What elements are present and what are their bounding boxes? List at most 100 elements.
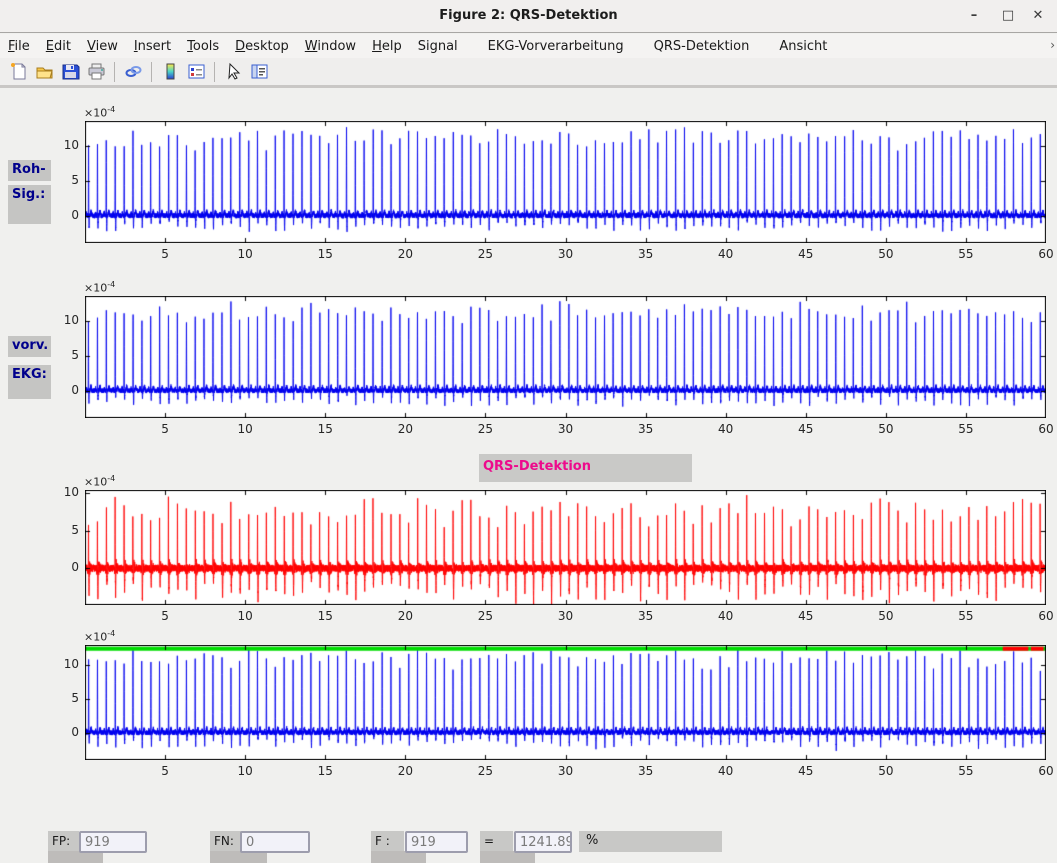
fn-label: FN:: [210, 831, 241, 851]
x-tick-label: 50: [869, 764, 903, 778]
new-document-icon[interactable]: [6, 60, 30, 84]
property-inspector-icon[interactable]: [247, 60, 271, 84]
y-tick-label: 0: [53, 725, 79, 739]
close-button[interactable]: ✕: [1027, 6, 1049, 26]
plot-detektionsergebnis-canvas[interactable]: [85, 645, 1046, 760]
qrs-detektion-title: QRS-Detektion: [483, 459, 591, 474]
x-tick-label: 35: [629, 609, 663, 623]
x-tick-label: 35: [629, 247, 663, 261]
x-tick-label: 55: [949, 764, 983, 778]
x-tick-label: 5: [148, 247, 182, 261]
minimize-button[interactable]: –: [963, 6, 985, 26]
menu-item-view[interactable]: View: [87, 39, 118, 54]
link-plots-icon[interactable]: [121, 60, 145, 84]
menu-item-ekg-vorverarbeitung[interactable]: EKG-Vorverarbeitung: [488, 39, 624, 54]
x-tick-label: 40: [709, 764, 743, 778]
x-tick-label: 5: [148, 764, 182, 778]
x-tick-label: 45: [789, 422, 823, 436]
y-axis-exponent-label: ×10-4: [84, 280, 115, 295]
open-folder-icon[interactable]: [32, 60, 56, 84]
label-vorv-text: vorv.: [12, 338, 48, 353]
plot-vorverarbeitetes-ekg-canvas[interactable]: [85, 296, 1046, 418]
menu-item-window[interactable]: Window: [305, 39, 356, 54]
plot-roh-signal-canvas[interactable]: [85, 121, 1046, 243]
plot-qrs-detektion-canvas[interactable]: [85, 490, 1046, 605]
x-tick-label: 5: [148, 422, 182, 436]
toolbar-separator: [214, 62, 215, 82]
fp-input[interactable]: [79, 831, 147, 853]
x-tick-label: 45: [789, 247, 823, 261]
x-tick-label: 30: [549, 764, 583, 778]
x-tick-label: 35: [629, 422, 663, 436]
label-roh-text: Roh-: [12, 162, 46, 177]
x-tick-label: 15: [308, 609, 342, 623]
menu-item-ansicht[interactable]: Ansicht: [779, 39, 827, 54]
y-tick-label: 0: [53, 383, 79, 397]
menu-item-file[interactable]: File: [8, 39, 30, 54]
toolbar-separator: [151, 62, 152, 82]
x-tick-label: 40: [709, 247, 743, 261]
plot-detektionsergebnis: [85, 645, 1046, 760]
x-tick-label: 25: [468, 764, 502, 778]
equals-label: =: [480, 831, 513, 851]
menu-overflow-icon[interactable]: ›: [1050, 38, 1055, 52]
toolbar: [0, 58, 1057, 88]
x-tick-label: 25: [468, 609, 502, 623]
label-vorv: vorv.: [8, 336, 51, 357]
y-tick-label: 5: [53, 523, 79, 537]
ratio-input[interactable]: [514, 831, 572, 853]
x-tick-label: 10: [228, 764, 262, 778]
fp-label: FP:: [48, 831, 79, 851]
x-tick-label: 20: [388, 422, 422, 436]
x-tick-label: 15: [308, 764, 342, 778]
save-icon[interactable]: [58, 60, 82, 84]
x-tick-label: 20: [388, 764, 422, 778]
maximize-button[interactable]: □: [997, 6, 1019, 26]
y-tick-label: 10: [53, 485, 79, 499]
y-tick-label: 5: [53, 348, 79, 362]
window-title: Figure 2: QRS-Detektion: [0, 8, 1057, 23]
print-icon[interactable]: [84, 60, 108, 84]
menu-item-qrs-detektion[interactable]: QRS-Detektion: [654, 39, 750, 54]
x-tick-label: 55: [949, 609, 983, 623]
x-tick-label: 30: [549, 247, 583, 261]
x-tick-label: 50: [869, 422, 903, 436]
menu-item-desktop[interactable]: Desktop: [235, 39, 289, 54]
y-axis-exponent-label: ×10-4: [84, 629, 115, 644]
label-ekg-text: EKG:: [12, 367, 47, 382]
x-tick-label: 25: [468, 422, 502, 436]
x-tick-label: 30: [549, 609, 583, 623]
f-label: F :: [371, 831, 404, 851]
plot-roh-signal: [85, 121, 1046, 243]
qrs-detektion-title-box: QRS-Detektion: [479, 454, 692, 482]
x-tick-label: 60: [1029, 247, 1057, 261]
plot-qrs-detektion: [85, 490, 1046, 605]
x-tick-label: 10: [228, 609, 262, 623]
f-input[interactable]: [405, 831, 468, 853]
x-tick-label: 10: [228, 422, 262, 436]
menu-item-insert[interactable]: Insert: [134, 39, 171, 54]
fn-input[interactable]: [240, 831, 310, 853]
menu-item-tools[interactable]: Tools: [187, 39, 219, 54]
y-tick-label: 0: [53, 560, 79, 574]
x-tick-label: 40: [709, 609, 743, 623]
x-tick-label: 40: [709, 422, 743, 436]
menu-item-edit[interactable]: Edit: [46, 39, 71, 54]
menu-item-signal[interactable]: Signal: [418, 39, 458, 54]
x-tick-label: 10: [228, 247, 262, 261]
edit-plot-arrow-icon[interactable]: [221, 60, 245, 84]
title-bar: Figure 2: QRS-Detektion – □ ✕: [0, 0, 1057, 33]
y-tick-label: 10: [53, 313, 79, 327]
insert-legend-icon[interactable]: [184, 60, 208, 84]
y-tick-label: 10: [53, 657, 79, 671]
x-tick-label: 60: [1029, 609, 1057, 623]
x-tick-label: 45: [789, 609, 823, 623]
y-axis-exponent-label: ×10-4: [84, 474, 115, 489]
x-tick-label: 55: [949, 422, 983, 436]
insert-colorbar-icon[interactable]: [158, 60, 182, 84]
y-tick-label: 10: [53, 138, 79, 152]
x-tick-label: 15: [308, 422, 342, 436]
toolbar-separator: [114, 62, 115, 82]
menu-item-help[interactable]: Help: [372, 39, 402, 54]
x-tick-label: 30: [549, 422, 583, 436]
